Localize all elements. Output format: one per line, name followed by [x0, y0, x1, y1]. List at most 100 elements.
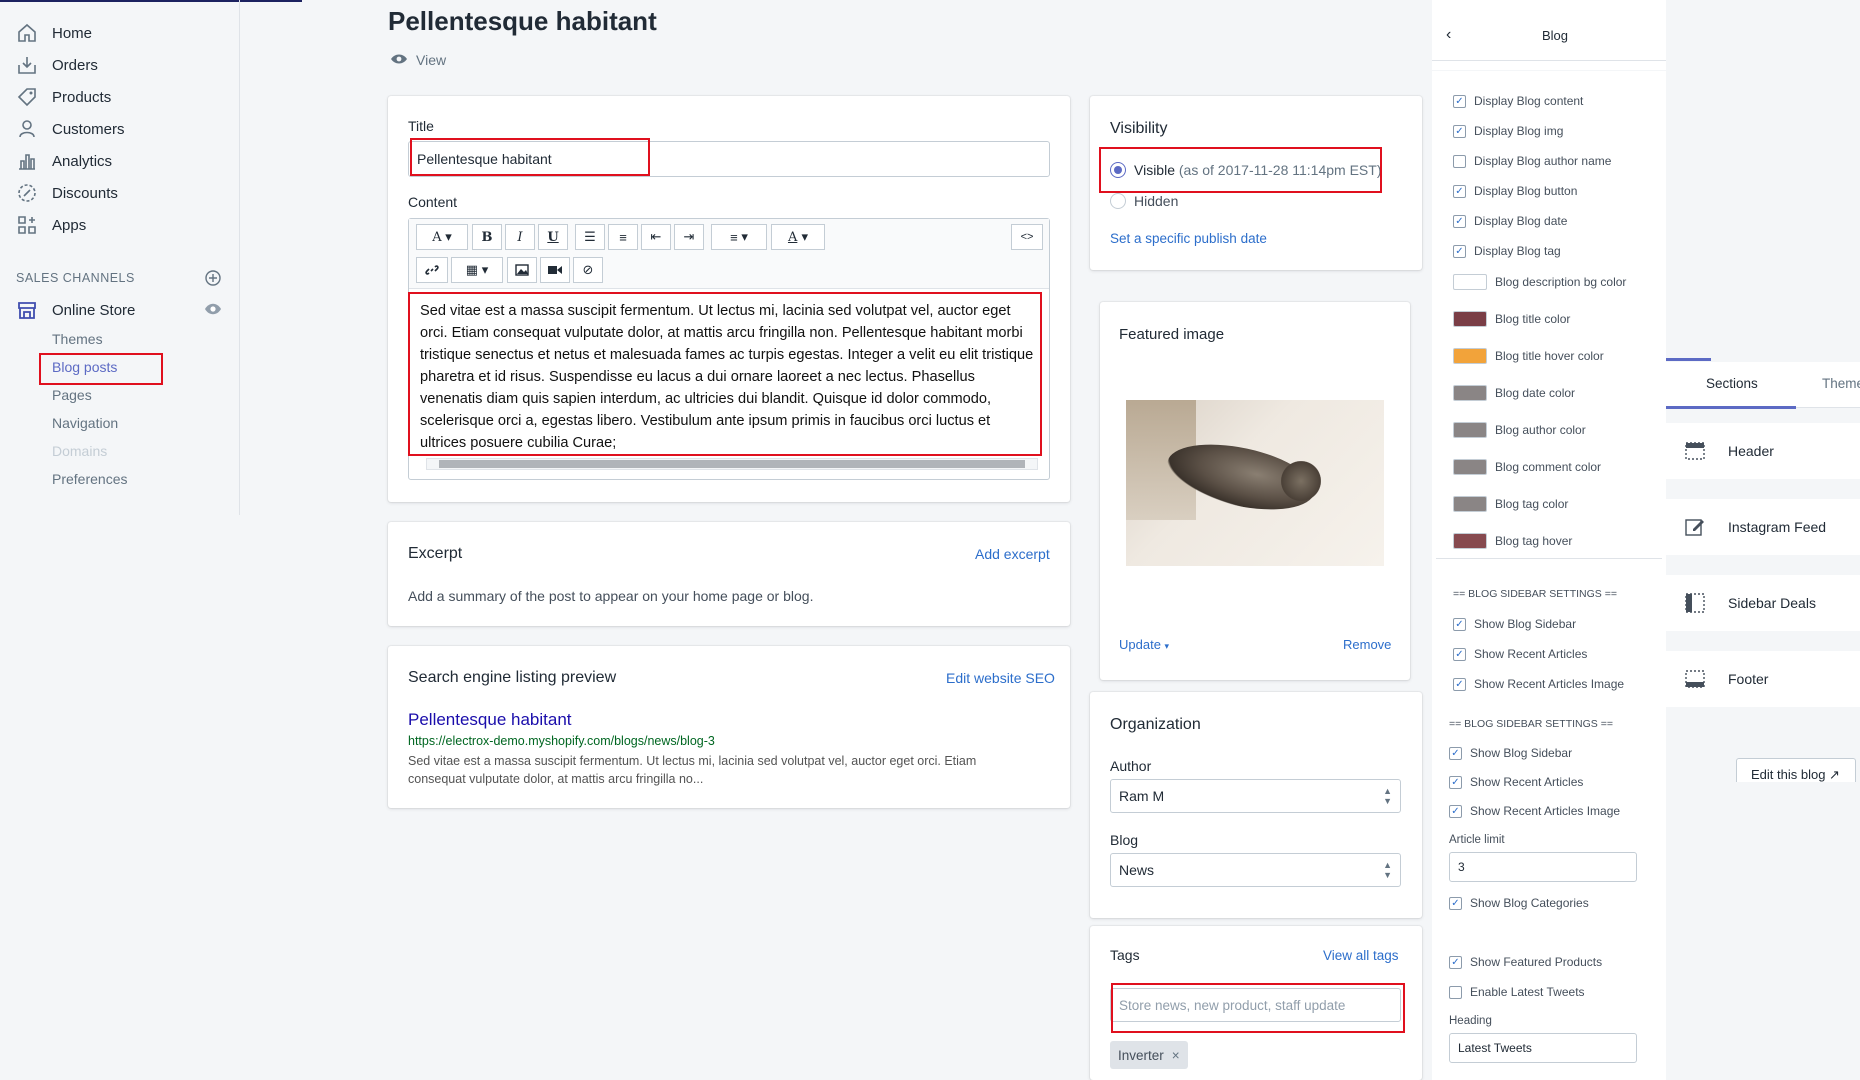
blog-setting-color[interactable]: Blog tag color [1453, 496, 1568, 512]
show-featured-products-checkbox[interactable]: ✓ Show Featured Products [1449, 955, 1602, 969]
font-dropdown[interactable]: A ▾ [416, 224, 468, 250]
image-button[interactable] [507, 257, 537, 283]
view-all-tags-link[interactable]: View all tags [1323, 948, 1399, 963]
blog-setting-color[interactable]: Blog title hover color [1453, 348, 1604, 364]
blog-setting-checkbox[interactable]: Display Blog author name [1453, 154, 1611, 168]
section-row-footer[interactable]: Footer [1666, 651, 1860, 707]
checkbox[interactable]: ✓ [1453, 94, 1466, 108]
add-excerpt-link[interactable]: Add excerpt [975, 546, 1050, 562]
sidebar-item-analytics[interactable]: Analytics [16, 148, 112, 174]
checkbox[interactable]: ✓ [1449, 955, 1462, 969]
sidebar-item-home[interactable]: Home [16, 20, 92, 46]
eye-icon[interactable] [204, 302, 222, 321]
indent-button[interactable]: ⇥ [674, 224, 704, 250]
article-limit-input[interactable]: 3 [1449, 852, 1637, 882]
section-row-sidebar-deals[interactable]: Sidebar Deals [1666, 575, 1860, 631]
color-swatch[interactable] [1453, 459, 1487, 475]
sidebar-item-themes[interactable]: Themes [52, 331, 103, 347]
close-icon[interactable]: × [1172, 1048, 1180, 1063]
blog-setting-checkbox[interactable]: ✓ Display Blog button [1453, 184, 1577, 198]
color-swatch[interactable] [1453, 311, 1487, 327]
clear-formatting-button[interactable]: ⊘ [573, 257, 603, 283]
bullet-list-button[interactable]: ☰ [575, 224, 605, 250]
video-button[interactable] [540, 257, 570, 283]
color-swatch[interactable] [1453, 274, 1487, 290]
checkbox[interactable]: ✓ [1453, 244, 1466, 258]
back-chevron-icon[interactable]: ‹ [1446, 26, 1451, 44]
checkbox[interactable]: ✓ [1453, 647, 1466, 661]
sidebar-item-discounts[interactable]: Discounts [16, 180, 118, 206]
heading-input[interactable]: Latest Tweets [1449, 1033, 1637, 1063]
show-blog-categories-checkbox[interactable]: ✓ Show Blog Categories [1449, 896, 1589, 910]
sidebar-item-apps[interactable]: Apps [16, 212, 86, 238]
sidebar-item-customers[interactable]: Customers [16, 116, 125, 142]
scrollbar-thumb[interactable] [439, 460, 1025, 468]
underline-button[interactable]: U [538, 224, 568, 250]
checkbox[interactable]: ✓ [1449, 804, 1462, 818]
sidebar-item-online-store[interactable]: Online Store [16, 297, 135, 323]
editor-content[interactable]: Sed vitae est a massa suscipit fermentum… [420, 300, 1040, 454]
sidebar-item-orders[interactable]: Orders [16, 52, 98, 78]
checkbox[interactable]: ✓ [1453, 617, 1466, 631]
blog-select[interactable]: News ▲ ▼ [1110, 853, 1401, 887]
blog-setting-checkbox[interactable]: ✓ Display Blog img [1453, 124, 1563, 138]
sidebar-setting-checkbox[interactable]: ✓ Show Recent Articles [1449, 775, 1583, 789]
checkbox[interactable]: ✓ [1453, 184, 1466, 198]
sidebar-item-preferences[interactable]: Preferences [52, 471, 127, 487]
add-channel-icon[interactable] [205, 270, 221, 291]
italic-button[interactable]: I [505, 224, 535, 250]
blog-setting-color[interactable]: Blog tag hover [1453, 533, 1572, 549]
table-dropdown[interactable]: ▦ ▾ [451, 257, 503, 283]
checkbox[interactable] [1449, 985, 1462, 999]
color-swatch[interactable] [1453, 496, 1487, 512]
checkbox[interactable]: ✓ [1449, 896, 1462, 910]
checkbox[interactable]: ✓ [1453, 677, 1466, 691]
blog-setting-color[interactable]: Blog description bg color [1453, 274, 1626, 290]
color-swatch[interactable] [1453, 385, 1487, 401]
sidebar-item-pages[interactable]: Pages [52, 387, 92, 403]
sidebar-setting-checkbox[interactable]: ✓ Show Blog Sidebar [1449, 746, 1572, 760]
tags-input[interactable]: Store news, new product, staff update [1110, 988, 1401, 1022]
blog-setting-checkbox[interactable]: ✓ Display Blog content [1453, 94, 1583, 108]
blog-setting-color[interactable]: Blog author color [1453, 422, 1586, 438]
sidebar-item-domains[interactable]: Domains [52, 443, 107, 459]
blog-setting-checkbox[interactable]: ✓ Display Blog date [1453, 214, 1567, 228]
update-image-button[interactable]: Update ▾ [1119, 637, 1169, 652]
html-toggle-button[interactable]: <> [1011, 224, 1043, 250]
seo-preview-title[interactable]: Pellentesque habitant [408, 710, 572, 730]
edit-blog-button[interactable]: Edit this blog ↗ [1736, 758, 1856, 782]
numbered-list-button[interactable]: ≡ [608, 224, 638, 250]
sidebar-item-blog-posts[interactable]: Blog posts [52, 359, 117, 375]
link-button[interactable] [416, 257, 448, 283]
sidebar-setting-checkbox[interactable]: ✓ Show Blog Sidebar [1453, 617, 1576, 631]
section-row-header[interactable]: Header [1666, 423, 1860, 479]
sidebar-item-products[interactable]: Products [16, 84, 111, 110]
checkbox[interactable]: ✓ [1453, 214, 1466, 228]
visible-radio[interactable] [1110, 162, 1126, 178]
edit-seo-link[interactable]: Edit website SEO [946, 670, 1055, 686]
checkbox[interactable]: ✓ [1449, 775, 1462, 789]
visible-radio-option[interactable]: Visible (as of 2017-11-28 11:14pm EST) [1110, 162, 1381, 178]
checkbox[interactable] [1453, 154, 1466, 168]
set-publish-date-link[interactable]: Set a specific publish date [1110, 231, 1267, 246]
hidden-radio[interactable] [1110, 193, 1126, 209]
sidebar-setting-checkbox[interactable]: ✓ Show Recent Articles Image [1449, 804, 1620, 818]
blog-setting-color[interactable]: Blog title color [1453, 311, 1570, 327]
text-color-dropdown[interactable]: A ▾ [771, 224, 825, 250]
color-swatch[interactable] [1453, 422, 1487, 438]
blog-setting-checkbox[interactable]: ✓ Display Blog tag [1453, 244, 1561, 258]
tab-sections[interactable]: Sections [1706, 376, 1758, 391]
featured-image[interactable] [1126, 400, 1384, 566]
remove-image-button[interactable]: Remove [1343, 637, 1391, 652]
title-input[interactable]: Pellentesque habitant [408, 141, 1050, 177]
blog-setting-color[interactable]: Blog comment color [1453, 459, 1601, 475]
align-dropdown[interactable]: ≡ ▾ [711, 224, 767, 250]
horizontal-scrollbar[interactable] [426, 458, 1038, 470]
enable-latest-tweets-checkbox[interactable]: Enable Latest Tweets [1449, 985, 1585, 999]
color-swatch[interactable] [1453, 533, 1487, 549]
sidebar-setting-checkbox[interactable]: ✓ Show Recent Articles [1453, 647, 1587, 661]
sidebar-item-navigation[interactable]: Navigation [52, 415, 118, 431]
checkbox[interactable]: ✓ [1449, 746, 1462, 760]
outdent-button[interactable]: ⇤ [641, 224, 671, 250]
hidden-radio-option[interactable]: Hidden [1110, 193, 1178, 209]
